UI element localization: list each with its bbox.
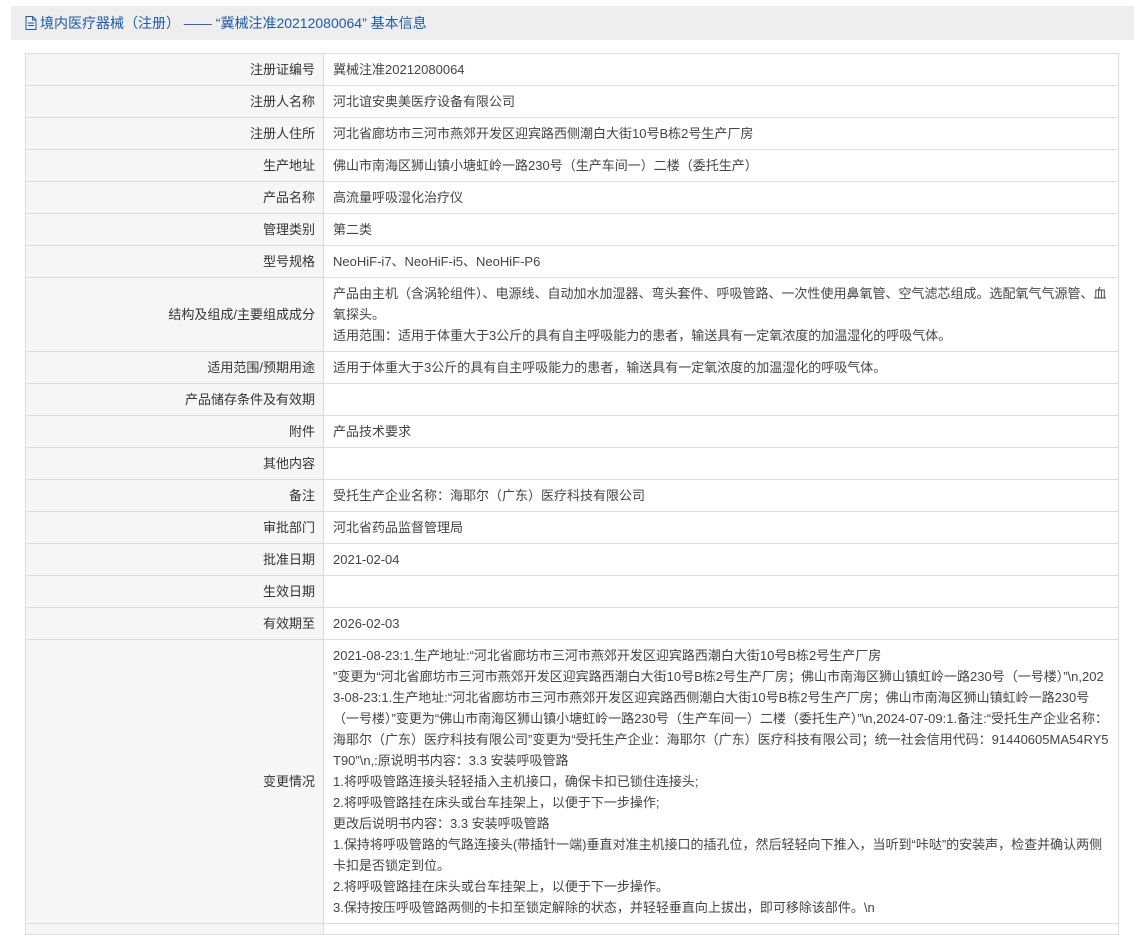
field-value: 2021-08-23:1.生产地址:“河北省廊坊市三河市燕郊开发区迎宾路西潮白大… (323, 639, 1119, 924)
field-label: 备注 (25, 479, 324, 512)
field-label: 适用范围/预期用途 (25, 351, 324, 384)
field-value: 2026-02-03 (323, 607, 1119, 640)
field-value: 河北谊安奥美医疗设备有限公司 (323, 85, 1119, 118)
field-value: 第二类 (323, 213, 1119, 246)
field-label: 批准日期 (25, 543, 324, 576)
field-value: 河北省药品监督管理局 (323, 511, 1119, 544)
table-row: 审批部门 河北省药品监督管理局 (25, 511, 1119, 544)
field-label: 管理类别 (25, 213, 324, 246)
field-label: 注册人住所 (25, 117, 324, 150)
info-table: 注册证编号 冀械注准20212080064 注册人名称 河北谊安奥美医疗设备有限公司注… (25, 53, 1119, 935)
field-value: NeoHiF-i7、NeoHiF-i5、NeoHiF-P6 (323, 245, 1119, 278)
table-row: 备注 受托生产企业名称：海耶尔（广东）医疗科技有限公司 (25, 479, 1119, 512)
field-value (323, 383, 1119, 416)
table-row: 型号规格 NeoHiF-i7、NeoHiF-i5、NeoHiF-P6 (25, 245, 1119, 278)
field-value (323, 575, 1119, 608)
field-label: 变更情况 (25, 639, 324, 924)
table-row: 生产地址 佛山市南海区狮山镇小塘虹岭一路230号（生产车间一）二楼（委托生产） (25, 149, 1119, 182)
table-row: 生效日期 (25, 575, 1119, 608)
field-value: 冀械注准20212080064 (323, 53, 1119, 86)
field-label: 注册人名称 (25, 85, 324, 118)
table-row: 管理类别 第二类 (25, 213, 1119, 246)
field-value: 佛山市南海区狮山镇小塘虹岭一路230号（生产车间一）二楼（委托生产） (323, 149, 1119, 182)
field-value (323, 923, 1119, 935)
field-value: 产品技术要求 (323, 415, 1119, 448)
field-label: 附件 (25, 415, 324, 448)
field-label: 审批部门 (25, 511, 324, 544)
field-label: 产品储存条件及有效期 (25, 383, 324, 416)
field-label: 注册证编号 (25, 53, 324, 86)
table-row: 产品储存条件及有效期 (25, 383, 1119, 416)
field-label: 结构及组成/主要组成成分 (25, 277, 324, 352)
field-value: 2021-02-04 (323, 543, 1119, 576)
page: 境内医疗器械（注册） —— “冀械注准20212080064” 基本信息 注册证… (0, 0, 1145, 935)
page-header: 境内医疗器械（注册） —— “冀械注准20212080064” 基本信息 (11, 6, 1134, 40)
field-value: 河北省廊坊市三河市燕郊开发区迎宾路西侧潮白大街10号B栋2号生产厂房 (323, 117, 1119, 150)
field-label (25, 923, 324, 935)
field-value: 受托生产企业名称：海耶尔（广东）医疗科技有限公司 (323, 479, 1119, 512)
table-row: 产品名称 高流量呼吸湿化治疗仪 (25, 181, 1119, 214)
field-value: 高流量呼吸湿化治疗仪 (323, 181, 1119, 214)
table-row: 附件 产品技术要求 (25, 415, 1119, 448)
table-row: 注册证编号 冀械注准20212080064 (25, 53, 1119, 86)
field-label: 有效期至 (25, 607, 324, 640)
table-row: 注册人名称 河北谊安奥美医疗设备有限公司 (25, 85, 1119, 118)
field-value: 产品由主机（含涡轮组件）、电源线、自动加水加湿器、弯头套件、呼吸管路、一次性使用… (323, 277, 1119, 352)
table-row: 结构及组成/主要组成成分 产品由主机（含涡轮组件）、电源线、自动加水加湿器、弯头套… (25, 277, 1119, 352)
table-row: 有效期至 2026-02-03 (25, 607, 1119, 640)
table-row: 批准日期 2021-02-04 (25, 543, 1119, 576)
field-label: 型号规格 (25, 245, 324, 278)
info-table-body: 注册证编号 冀械注准20212080064 注册人名称 河北谊安奥美医疗设备有限公司注… (25, 53, 1119, 935)
field-value: 适用于体重大于3公斤的具有自主呼吸能力的患者，输送具有一定氧浓度的加温湿化的呼吸… (323, 351, 1119, 384)
document-icon (25, 16, 37, 30)
page-title: 境内医疗器械（注册） —— “冀械注准20212080064” 基本信息 (40, 15, 427, 31)
table-row: 变更情况 2021-08-23:1.生产地址:“河北省廊坊市三河市燕郊开发区迎宾路… (25, 639, 1119, 924)
field-label: 生产地址 (25, 149, 324, 182)
table-row: 适用范围/预期用途 适用于体重大于3公斤的具有自主呼吸能力的患者，输送具有一定氧浓… (25, 351, 1119, 384)
field-value (323, 447, 1119, 480)
table-row: 其他内容 (25, 447, 1119, 480)
table-row (25, 923, 1119, 935)
field-label: 产品名称 (25, 181, 324, 214)
field-label: 生效日期 (25, 575, 324, 608)
field-label: 其他内容 (25, 447, 324, 480)
table-row: 注册人住所 河北省廊坊市三河市燕郊开发区迎宾路西侧潮白大街10号B栋2号生产厂房 (25, 117, 1119, 150)
